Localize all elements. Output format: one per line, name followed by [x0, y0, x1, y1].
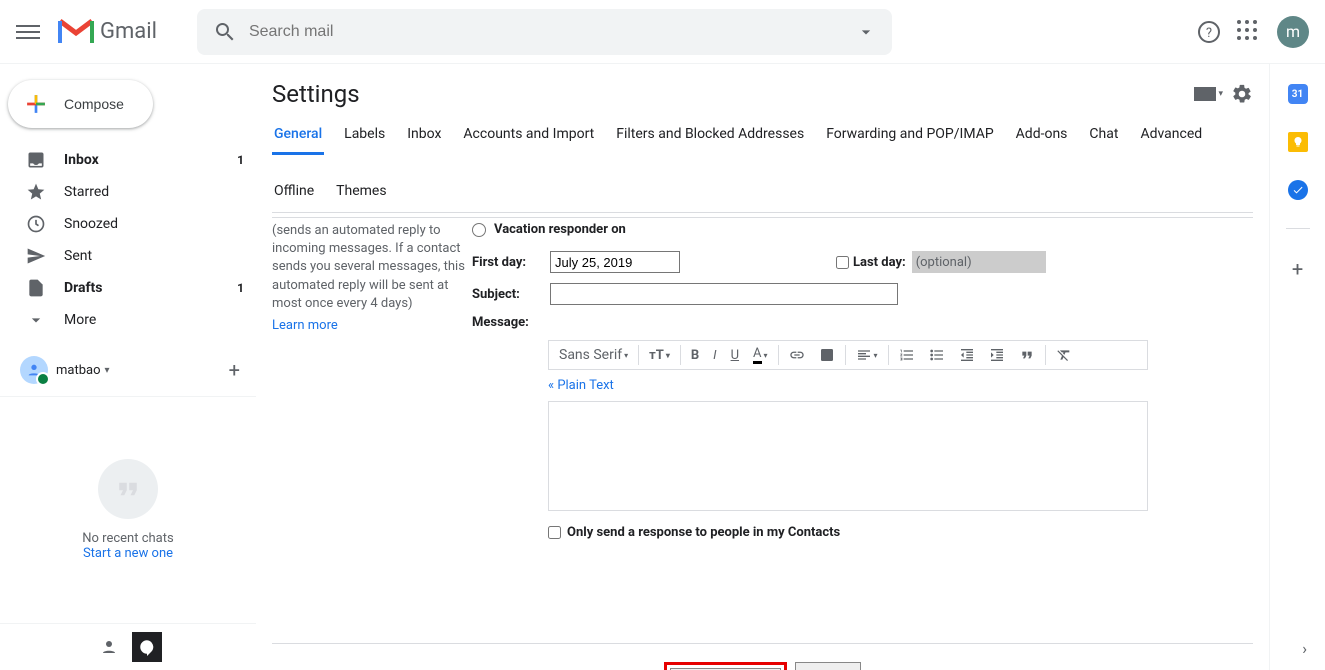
nav-snoozed[interactable]: Snoozed: [0, 208, 256, 240]
nav-inbox[interactable]: Inbox 1: [0, 144, 256, 176]
message-editor[interactable]: [548, 401, 1148, 511]
quote-icon[interactable]: [1013, 343, 1041, 367]
subject-label: Subject:: [472, 287, 544, 302]
italic-icon[interactable]: I: [707, 343, 722, 367]
collapse-panel-icon[interactable]: ›: [1302, 639, 1307, 658]
indent-less-icon[interactable]: [953, 343, 981, 367]
search-icon: [213, 20, 237, 44]
tab-general[interactable]: General: [272, 116, 324, 155]
file-icon: [26, 278, 46, 298]
responder-on-label: Vacation responder on: [494, 222, 626, 237]
first-day-input[interactable]: [550, 251, 680, 273]
compose-button[interactable]: Compose: [8, 80, 153, 128]
gmail-logo[interactable]: Gmail: [56, 17, 157, 47]
help-icon[interactable]: ?: [1197, 20, 1221, 44]
add-panel-icon[interactable]: +: [1292, 257, 1303, 281]
product-name: Gmail: [100, 19, 157, 44]
contacts-only-label: Only send a response to people in my Con…: [567, 525, 840, 540]
person-icon[interactable]: [94, 632, 124, 662]
inbox-icon: [26, 150, 46, 170]
text-color-icon[interactable]: A▾: [747, 343, 774, 367]
hangouts-icon: [98, 459, 158, 519]
clock-icon: [26, 214, 46, 234]
input-tools-icon[interactable]: ▾: [1194, 87, 1223, 101]
bold-icon[interactable]: B: [685, 343, 705, 367]
tab-accounts[interactable]: Accounts and Import: [461, 116, 596, 155]
nav-more[interactable]: More: [0, 304, 256, 336]
send-icon: [26, 246, 46, 266]
image-icon[interactable]: [813, 343, 841, 367]
user-avatar-icon: [20, 356, 48, 384]
tab-inbox[interactable]: Inbox: [405, 116, 443, 155]
account-avatar[interactable]: m: [1277, 16, 1309, 48]
account-name: matbao: [56, 363, 101, 378]
font-size-icon[interactable]: тT▾: [643, 343, 676, 367]
underline-icon[interactable]: U: [725, 343, 745, 367]
page-title: Settings: [272, 80, 1194, 108]
header: Gmail ? m: [0, 0, 1325, 64]
apps-icon[interactable]: [1237, 20, 1261, 44]
save-highlight: Save Changes: [664, 662, 787, 670]
search-options-icon[interactable]: [856, 22, 876, 42]
sidebar: Compose Inbox 1 Starred Snoozed Sent: [0, 64, 256, 670]
cancel-button[interactable]: Cancel: [795, 662, 861, 670]
hangouts-chat-icon[interactable]: [132, 632, 162, 662]
plain-text-link[interactable]: « Plain Text: [548, 378, 1253, 393]
hamburger-icon[interactable]: [16, 20, 40, 44]
search-input[interactable]: [249, 23, 856, 41]
tab-advanced[interactable]: Advanced: [1138, 116, 1204, 155]
tasks-icon[interactable]: [1288, 180, 1308, 200]
account-dropdown-icon: ▾: [105, 365, 110, 376]
plus-icon: [20, 88, 52, 120]
gear-icon[interactable]: [1231, 83, 1253, 105]
svg-text:?: ?: [1206, 26, 1212, 41]
search-box[interactable]: [197, 9, 892, 55]
link-icon[interactable]: [783, 343, 811, 367]
responder-on-radio[interactable]: [472, 223, 486, 237]
main-content: Settings ▾ General Labels Inbox Accounts…: [256, 64, 1269, 670]
first-day-label: First day:: [472, 255, 544, 270]
nav-list: Inbox 1 Starred Snoozed Sent Drafts 1: [0, 144, 256, 336]
tab-filters[interactable]: Filters and Blocked Addresses: [614, 116, 806, 155]
add-account-icon[interactable]: +: [229, 358, 240, 382]
action-row: Save Changes Cancel: [272, 662, 1253, 670]
keep-icon[interactable]: [1288, 132, 1308, 152]
message-label: Message:: [472, 315, 544, 330]
star-icon: [26, 182, 46, 202]
tab-chat[interactable]: Chat: [1087, 116, 1120, 155]
compose-label: Compose: [64, 96, 124, 112]
last-day-label: Last day:: [853, 255, 906, 270]
vacation-description: (sends an automated reply to incoming me…: [272, 222, 468, 335]
subject-input[interactable]: [550, 283, 898, 305]
numbered-list-icon[interactable]: [893, 343, 921, 367]
nav-drafts[interactable]: Drafts 1: [0, 272, 256, 304]
font-family-select[interactable]: Sans Serif▾: [553, 343, 634, 367]
last-day-input[interactable]: (optional): [912, 251, 1046, 273]
contacts-only-checkbox[interactable]: [548, 526, 561, 539]
account-row[interactable]: matbao ▾ +: [0, 344, 256, 397]
tab-labels[interactable]: Labels: [342, 116, 387, 155]
no-chats-text: No recent chats: [82, 531, 173, 546]
nav-starred[interactable]: Starred: [0, 176, 256, 208]
bulleted-list-icon[interactable]: [923, 343, 951, 367]
format-toolbar: Sans Serif▾ тT▾ B I U A▾ ▾: [548, 340, 1148, 370]
align-icon[interactable]: ▾: [850, 343, 884, 367]
tab-themes[interactable]: Themes: [334, 173, 388, 212]
hangouts-area: No recent chats Start a new one: [0, 397, 256, 623]
chevron-down-icon: [26, 310, 46, 330]
remove-format-icon[interactable]: [1050, 343, 1078, 367]
start-chat-link[interactable]: Start a new one: [83, 546, 173, 561]
learn-more-link[interactable]: Learn more: [272, 317, 468, 335]
tab-offline[interactable]: Offline: [272, 173, 316, 212]
tab-addons[interactable]: Add-ons: [1014, 116, 1070, 155]
side-panel: 31 +: [1269, 64, 1325, 670]
tab-forwarding[interactable]: Forwarding and POP/IMAP: [824, 116, 995, 155]
bottom-icons: [0, 623, 256, 670]
calendar-icon[interactable]: 31: [1288, 84, 1308, 104]
last-day-checkbox[interactable]: [836, 256, 849, 269]
nav-sent[interactable]: Sent: [0, 240, 256, 272]
indent-more-icon[interactable]: [983, 343, 1011, 367]
settings-tabs: General Labels Inbox Accounts and Import…: [272, 116, 1253, 213]
